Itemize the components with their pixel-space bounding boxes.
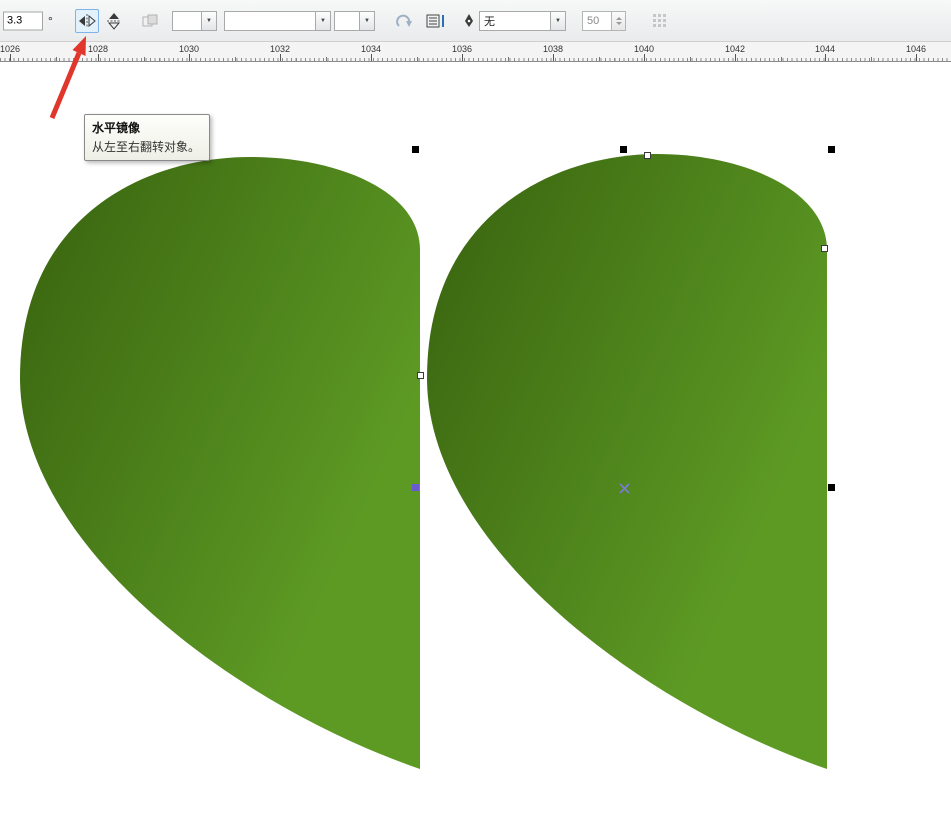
curve-node-left[interactable] [417,372,424,379]
combine-objects-button-disabled[interactable] [138,9,162,33]
ruler-tick [644,54,645,61]
chevron-down-icon[interactable]: ▼ [551,11,566,31]
ruler-tick [553,54,554,61]
curve-node-top[interactable] [644,152,651,159]
chevron-down-icon[interactable]: ▼ [316,11,331,31]
spin-control: 50 [582,11,626,31]
dots-grid-icon [652,13,668,29]
tooltip-title: 水平镜像 [92,119,202,136]
text-wrap-button[interactable] [424,9,448,33]
ruler-tick [144,57,145,61]
ruler-tick [599,57,600,61]
stepper-down-icon [616,22,622,25]
line-style-combo[interactable]: ▼ [224,11,331,31]
drawing-canvas[interactable]: 水平镜像 从左至右翻转对象。 [0,62,951,814]
line-style-value[interactable] [224,11,316,31]
chevron-down-icon[interactable]: ▼ [360,11,375,31]
ruler-tick [10,54,11,61]
tooltip: 水平镜像 从左至右翻转对象。 [84,114,210,161]
ruler-label: 1040 [634,44,654,54]
selection-center-marker [620,484,629,493]
ruler-label: 1026 [0,44,20,54]
tooltip-description: 从左至右翻转对象。 [92,138,202,155]
selection-handle-top-center[interactable] [620,146,627,153]
start-arrowhead-combo[interactable]: ▼ [172,11,217,31]
text-wrap-icon [426,13,446,29]
ruler-label: 1038 [543,44,563,54]
end-arrowhead-value[interactable] [334,11,360,31]
mirror-vertical-icon [106,12,122,30]
curved-arrow-icon [395,13,413,29]
start-arrowhead-value[interactable] [172,11,202,31]
ruler-tick [417,57,418,61]
close-curve-button-disabled[interactable] [392,9,416,33]
horizontal-ruler: 1026 1028 1030 1032 1034 1036 1038 1040 1042 1044… [0,42,951,62]
outline-width-group: 无 ▼ [462,11,566,31]
rotation-angle-input[interactable] [3,11,43,30]
ruler-tick [189,54,190,61]
ruler-tick [690,57,691,61]
ruler-tick [280,54,281,61]
property-bar: ° ▼ ▼ [0,0,951,42]
shapes-layer [0,62,951,814]
ruler-tick [825,54,826,61]
ruler-tick [235,57,236,61]
leaf-shape-right[interactable] [427,154,827,769]
ruler-label: 1042 [725,44,745,54]
ruler-tick [462,54,463,61]
ruler-label: 1036 [452,44,472,54]
degree-label: ° [48,14,53,28]
ruler-tick [326,57,327,61]
pattern-button-disabled[interactable] [648,9,672,33]
ruler-label: 1030 [179,44,199,54]
ruler-tick [781,57,782,61]
ruler-tick [56,57,57,61]
selection-handle-middle-right[interactable] [828,484,835,491]
ruler-tick [508,57,509,61]
outline-width-value[interactable]: 无 [479,11,551,31]
app-window: ° ▼ ▼ [0,0,951,814]
leaf-shape-left[interactable] [20,157,420,769]
end-arrowhead-combo[interactable]: ▼ [334,11,375,31]
outline-width-combo[interactable]: 无 ▼ [479,11,566,31]
spin-stepper[interactable] [612,11,626,31]
spin-value-field[interactable]: 50 [582,11,612,31]
stepper-up-icon [616,17,622,20]
mirror-horizontal-icon [78,13,96,29]
ruler-tick [371,54,372,61]
ruler-label: 1044 [815,44,835,54]
ruler-tick [871,57,872,61]
ruler-tick [98,54,99,61]
ruler-label: 1046 [906,44,926,54]
ruler-label: 1028 [88,44,108,54]
combine-objects-icon [142,13,158,29]
ruler-label: 1032 [270,44,290,54]
ruler-tick [916,54,917,61]
selection-handles [0,62,951,814]
mirror-vertical-button[interactable] [102,9,126,33]
chevron-down-icon[interactable]: ▼ [202,11,217,31]
curve-node-right[interactable] [821,245,828,252]
ruler-tick [735,54,736,61]
mirror-horizontal-button[interactable] [75,9,99,33]
selected-node[interactable] [412,484,419,491]
ruler-label: 1034 [361,44,381,54]
selection-handle-top-left[interactable] [412,146,419,153]
selection-handle-top-right[interactable] [828,146,835,153]
pen-nib-icon [462,13,476,28]
